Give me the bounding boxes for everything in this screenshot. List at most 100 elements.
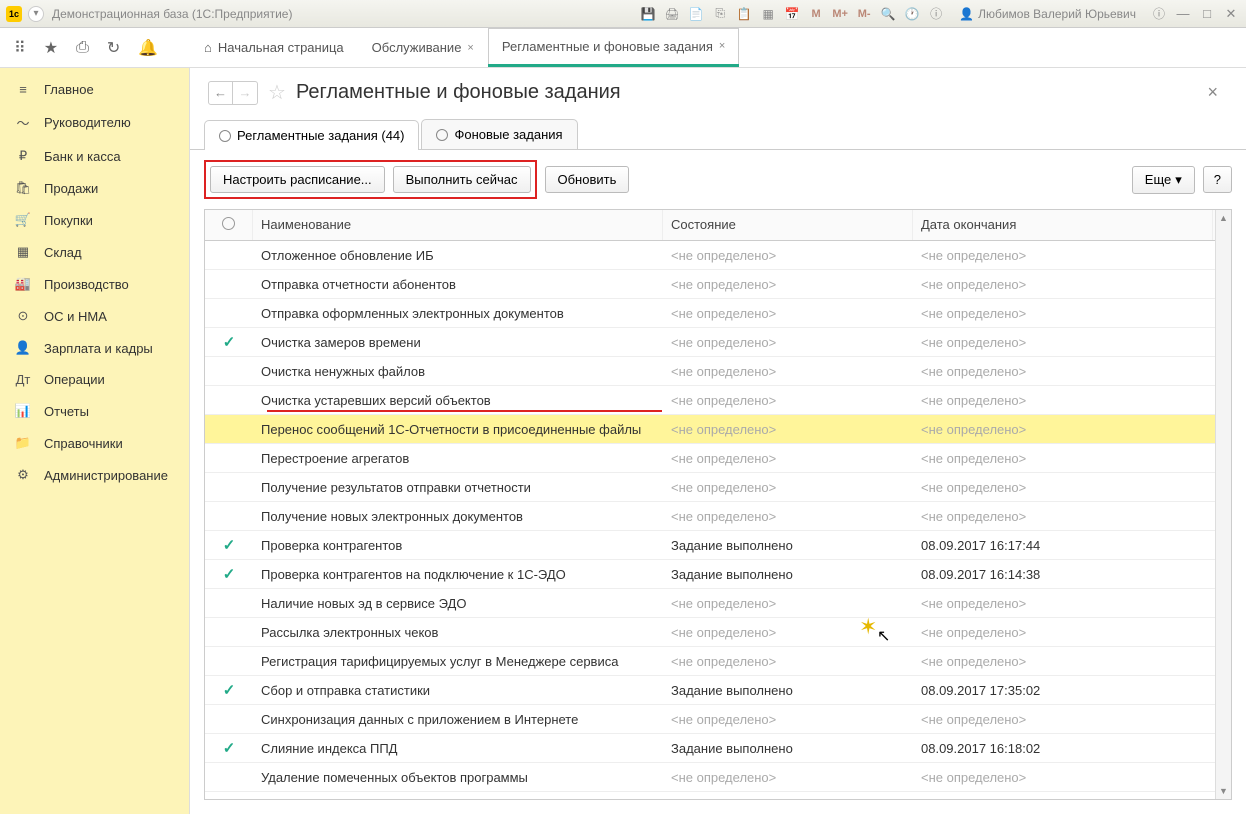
table-row[interactable]: Очистка ненужных файлов<не определено><н… (205, 357, 1231, 386)
row-name: Удаление помеченных объектов программы (253, 770, 663, 785)
table-row[interactable]: Наличие новых эд в сервисе ЭДО<не опреде… (205, 589, 1231, 618)
dropdown-icon[interactable]: ▾ (28, 6, 44, 22)
top-toolbar: ⠿ ★ ⎙ ↻ 🔔 ⌂Начальная страницаОбслуживани… (0, 28, 1246, 68)
sidebar-item[interactable]: ▦Склад (0, 236, 189, 268)
info-icon[interactable]: ⓘ (927, 5, 945, 23)
clock-icon[interactable]: 🕐 (903, 5, 921, 23)
table-row[interactable]: Удаление помеченных объектов программы<н… (205, 763, 1231, 792)
sidebar-item[interactable]: 🛒Покупки (0, 204, 189, 236)
table-row[interactable]: Получение результатов отправки отчетност… (205, 473, 1231, 502)
top-tab[interactable]: ⌂Начальная страница (190, 28, 358, 67)
vertical-scrollbar[interactable]: ▲ ▼ (1215, 210, 1231, 799)
table-row[interactable]: Получение новых электронных документов<н… (205, 502, 1231, 531)
row-state: Задание выполнено (663, 683, 913, 698)
sidebar-item[interactable]: 🛍Продажи (0, 172, 189, 204)
sidebar-item[interactable]: 📊Отчеты (0, 395, 189, 427)
page-close-button[interactable]: × (1207, 82, 1228, 103)
row-name: Сбор и отправка статистики (253, 683, 663, 698)
favorite-star-icon[interactable]: ☆ (268, 80, 286, 105)
sidebar-item[interactable]: ₽Банк и касса (0, 140, 189, 172)
run-now-button[interactable]: Выполнить сейчас (393, 166, 531, 193)
row-state: <не определено> (663, 306, 913, 321)
more-button[interactable]: Еще▾ (1132, 166, 1195, 194)
sidebar-item[interactable]: 📁Справочники (0, 427, 189, 459)
row-name: Очистка замеров времени (253, 335, 663, 350)
sidebar-item[interactable]: 👤Зарплата и кадры (0, 332, 189, 364)
scroll-up-icon[interactable]: ▲ (1216, 210, 1231, 226)
sidebar: ≡Главное〜Руководителю₽Банк и касса🛍Прода… (0, 68, 190, 814)
history-icon[interactable]: ↻ (107, 38, 120, 58)
tab-close-icon[interactable]: × (467, 42, 473, 54)
m-button[interactable]: M (807, 5, 825, 23)
sidebar-item[interactable]: ⊙ОС и НМА (0, 300, 189, 332)
zoom-in-icon[interactable]: 🔍 (879, 5, 897, 23)
col-name-header[interactable]: Наименование (253, 210, 663, 240)
tab-close-icon[interactable]: × (719, 40, 725, 52)
m-plus-button[interactable]: M+ (831, 5, 849, 23)
m-minus-button[interactable]: M- (855, 5, 873, 23)
row-state: <не определено> (663, 596, 913, 611)
table-row[interactable]: Отложенное обновление ИБ<не определено><… (205, 241, 1231, 270)
sidebar-item[interactable]: 〜Руководителю (0, 105, 189, 140)
table-row[interactable]: ✓Проверка контрагентов на подключение к … (205, 560, 1231, 589)
top-tab[interactable]: Регламентные и фоновые задания× (488, 28, 740, 67)
table-row[interactable]: ✓Сбор и отправка статистикиЗадание выпол… (205, 676, 1231, 705)
apps-icon[interactable]: ⠿ (14, 38, 26, 58)
nav-label: Операции (44, 372, 105, 387)
nav-arrows: ← → (208, 81, 258, 105)
table-row[interactable]: Синхронизация данных с приложением в Инт… (205, 705, 1231, 734)
copy-icon[interactable]: 📋 (735, 5, 753, 23)
col-check-header[interactable] (205, 210, 253, 240)
table-row[interactable]: ✓Проверка контрагентовЗадание выполнено0… (205, 531, 1231, 560)
col-date-header[interactable]: Дата окончания (913, 210, 1213, 240)
star-icon[interactable]: ★ (44, 38, 58, 58)
calc-icon[interactable]: ▦ (759, 5, 777, 23)
nav-label: Производство (44, 277, 129, 292)
subtabs: Регламентные задания (44)Фоновые задания (190, 119, 1246, 150)
table-row[interactable]: Регистрация тарифицируемых услуг в Менед… (205, 647, 1231, 676)
nav-forward-button[interactable]: → (233, 82, 257, 104)
row-name: Отложенное обновление ИБ (253, 248, 663, 263)
maximize-button[interactable]: □ (1198, 5, 1216, 23)
table-row[interactable]: Перенос сообщений 1С-Отчетности в присое… (205, 415, 1231, 444)
scroll-down-icon[interactable]: ▼ (1216, 783, 1231, 799)
tray-icon[interactable]: ⎙ (76, 39, 89, 57)
table-row[interactable]: Рассылка электронных чеков<не определено… (205, 618, 1231, 647)
schedule-button[interactable]: Настроить расписание... (210, 166, 385, 193)
table-row[interactable]: Перестроение агрегатов<не определено><не… (205, 444, 1231, 473)
refresh-button[interactable]: Обновить (545, 166, 630, 193)
sidebar-item[interactable]: ≡Главное (0, 74, 189, 105)
sidebar-item[interactable]: ⚙Администрирование (0, 459, 189, 491)
print-icon[interactable]: 🖨 (663, 5, 681, 23)
row-date: 08.09.2017 16:14:38 (913, 567, 1231, 582)
table-row[interactable]: Отправка оформленных электронных докумен… (205, 299, 1231, 328)
calendar-icon[interactable]: 📅 (783, 5, 801, 23)
nav-label: Руководителю (44, 115, 131, 130)
row-state: <не определено> (663, 770, 913, 785)
compare-icon[interactable]: ⎘ (711, 5, 729, 23)
save-icon[interactable]: 💾 (639, 5, 657, 23)
bell-icon[interactable]: 🔔 (138, 38, 158, 58)
subtab[interactable]: Регламентные задания (44) (204, 120, 419, 150)
col-state-header[interactable]: Состояние (663, 210, 913, 240)
table-row[interactable]: Отправка отчетности абонентов<не определ… (205, 270, 1231, 299)
top-tab[interactable]: Обслуживание× (358, 28, 488, 67)
close-button[interactable]: ✕ (1222, 5, 1240, 23)
subtab[interactable]: Фоновые задания (421, 119, 577, 149)
document-icon[interactable]: 📄 (687, 5, 705, 23)
user-label[interactable]: 👤Любимов Валерий Юрьевич (959, 7, 1136, 21)
row-date: <не определено> (913, 364, 1231, 379)
nav-label: Отчеты (44, 404, 89, 419)
sidebar-item[interactable]: 🏭Производство (0, 268, 189, 300)
help-icon[interactable]: ⓘ (1150, 5, 1168, 23)
row-name: Очистка устаревших версий объектов (253, 393, 663, 408)
nav-back-button[interactable]: ← (209, 82, 233, 104)
help-button[interactable]: ? (1203, 166, 1232, 193)
row-date: <не определено> (913, 509, 1231, 524)
table-row[interactable]: ✓Очистка замеров времени<не определено><… (205, 328, 1231, 357)
minimize-button[interactable]: — (1174, 5, 1192, 23)
row-state: <не определено> (663, 393, 913, 408)
sidebar-item[interactable]: ДтОперации (0, 364, 189, 395)
table-row[interactable]: ✓Слияние индекса ППДЗадание выполнено08.… (205, 734, 1231, 763)
row-name: Отправка отчетности абонентов (253, 277, 663, 292)
